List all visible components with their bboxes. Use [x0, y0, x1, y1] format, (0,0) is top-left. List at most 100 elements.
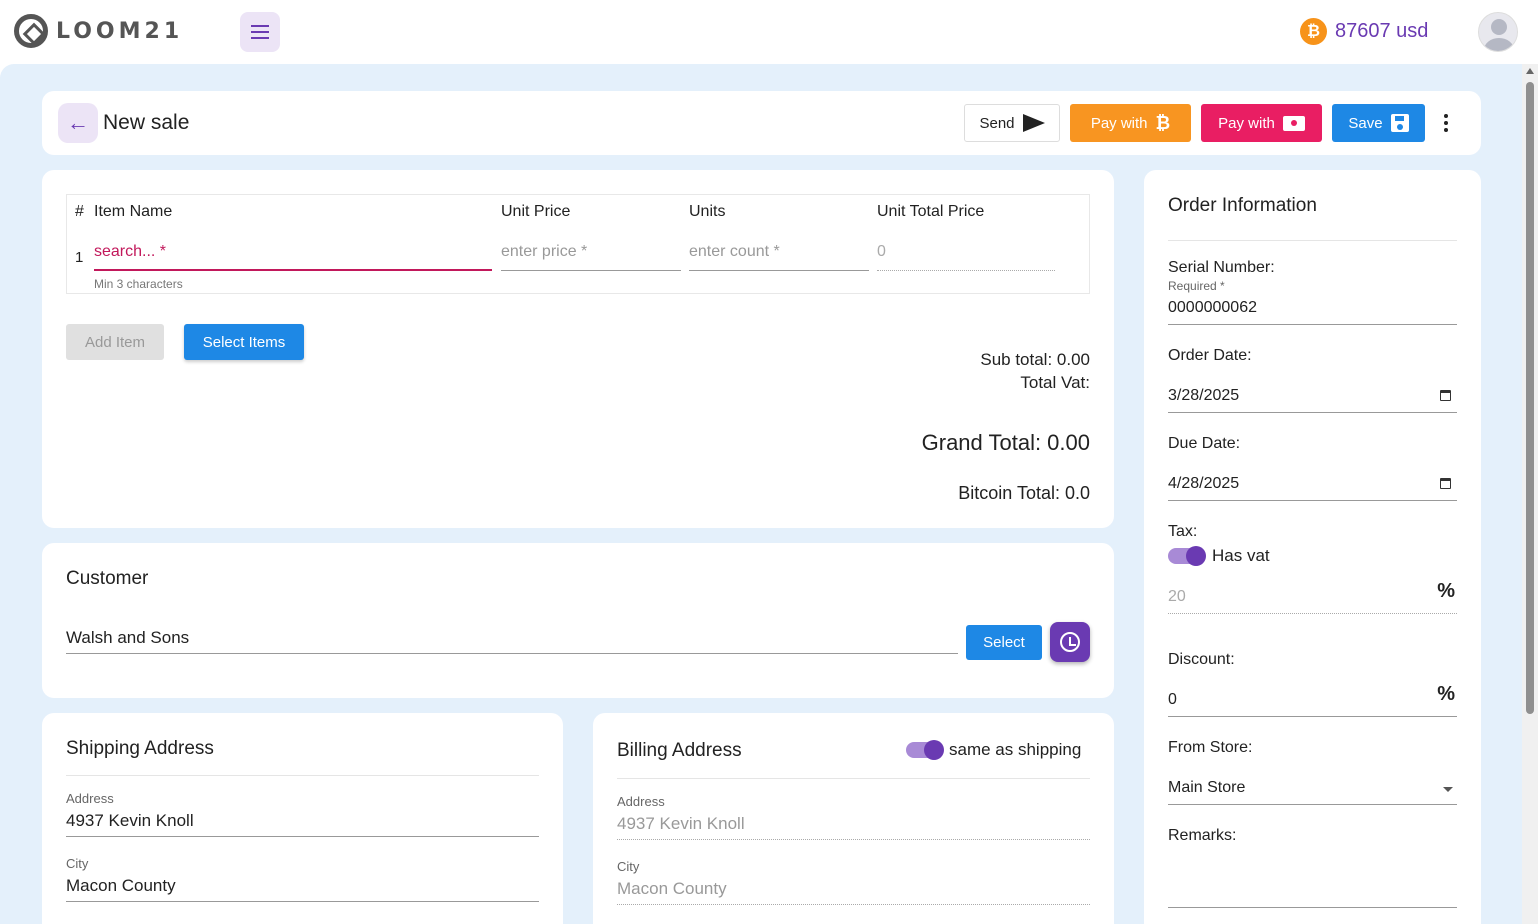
- order-date-field[interactable]: 3/28/2025: [1168, 387, 1457, 413]
- page-header: ← New sale Send Pay with ₿ Pay with Save: [42, 91, 1481, 155]
- unit-total-price-field: 0: [877, 243, 1055, 271]
- send-label: Send: [979, 114, 1015, 132]
- tax-rate-value: 20: [1168, 588, 1186, 605]
- has-vat-label: Has vat: [1212, 546, 1270, 565]
- order-date-label: Order Date:: [1168, 347, 1252, 364]
- discount-field[interactable]: 0 %: [1168, 683, 1457, 717]
- units-input[interactable]: enter count *: [689, 243, 869, 271]
- discount-label: Discount:: [1168, 651, 1235, 668]
- send-icon: [1022, 114, 1045, 132]
- due-date-label: Due Date:: [1168, 435, 1241, 452]
- select-customer-button[interactable]: Select: [966, 625, 1042, 660]
- calendar-icon[interactable]: [1440, 390, 1451, 401]
- hamburger-icon: [251, 25, 269, 39]
- arrow-left-icon: ←: [67, 110, 89, 135]
- column-header-number: #: [75, 203, 84, 220]
- same-as-shipping-label: same as shipping: [949, 740, 1082, 759]
- column-header-unit-total-price: Unit Total Price: [877, 203, 985, 220]
- balance-display: ₿ 87607 usd: [1300, 18, 1428, 45]
- order-info-title: Order Information: [1168, 195, 1317, 216]
- customer-field[interactable]: Walsh and Sons: [66, 628, 958, 654]
- customer-card: Customer Walsh and Sons Select: [42, 543, 1114, 698]
- tax-rate-field: 20 %: [1168, 580, 1457, 614]
- save-label: Save: [1348, 114, 1383, 132]
- calendar-icon[interactable]: [1440, 478, 1451, 489]
- row-number: 1: [75, 249, 84, 266]
- add-item-button[interactable]: Add Item: [66, 324, 164, 360]
- shipping-address-card: Shipping Address Address 4937 Kevin Knol…: [42, 713, 563, 924]
- pay-with-bitcoin-button[interactable]: Pay with ₿: [1070, 104, 1191, 142]
- more-options-button[interactable]: [1434, 107, 1458, 139]
- logo-icon: [14, 14, 48, 48]
- bitcoin-total: Bitcoin Total: 0.0: [958, 483, 1090, 503]
- billing-address-label: Address: [617, 794, 665, 809]
- billing-address-card: Billing Address same as shipping Address…: [593, 713, 1114, 924]
- shipping-address-field[interactable]: 4937 Kevin Knoll: [66, 811, 539, 837]
- divider: [617, 778, 1090, 779]
- bitcoin-icon: ₿: [1155, 112, 1171, 133]
- pay-with-cash-button[interactable]: Pay with: [1201, 104, 1322, 142]
- divider: [66, 775, 539, 776]
- unit-price-input[interactable]: enter price *: [501, 243, 681, 271]
- back-button[interactable]: ←: [58, 103, 98, 143]
- percent-icon: %: [1437, 683, 1455, 705]
- shipping-address-label: Address: [66, 791, 114, 806]
- scrollbar-thumb[interactable]: [1526, 82, 1534, 714]
- due-date-value: 4/28/2025: [1168, 475, 1240, 492]
- discount-value: 0: [1168, 691, 1177, 708]
- customer-title: Customer: [66, 568, 149, 589]
- top-bar: LOOM21 ₿ 87607 usd: [0, 0, 1538, 64]
- send-button[interactable]: Send: [964, 104, 1060, 142]
- due-date-field[interactable]: 4/28/2025: [1168, 475, 1457, 501]
- app-logo[interactable]: LOOM21: [14, 14, 183, 48]
- shipping-city-field[interactable]: Macon County: [66, 876, 539, 902]
- shipping-city-label: City: [66, 856, 89, 871]
- from-store-label: From Store:: [1168, 739, 1253, 756]
- history-button[interactable]: [1050, 622, 1090, 662]
- serial-required-label: Required *: [1168, 279, 1225, 293]
- billing-address-field: 4937 Kevin Knoll: [617, 814, 1090, 840]
- grand-total: Grand Total: 0.00: [921, 430, 1090, 455]
- column-header-units: Units: [689, 203, 726, 220]
- column-header-unit-price: Unit Price: [501, 203, 571, 220]
- cash-icon: [1282, 115, 1305, 131]
- page-scrollbar[interactable]: [1522, 64, 1538, 924]
- item-name-search-input[interactable]: search... *: [94, 243, 492, 271]
- items-card: # Item Name Unit Price Units Unit Total …: [42, 170, 1114, 528]
- chevron-down-icon: [1443, 787, 1453, 792]
- select-items-button[interactable]: Select Items: [184, 324, 304, 360]
- order-information-card: Order Information Serial Number: Require…: [1144, 170, 1481, 924]
- serial-number-field[interactable]: 0000000062: [1168, 299, 1457, 325]
- total-vat: Total Vat:: [1020, 373, 1090, 392]
- bitcoin-icon: ₿: [1300, 18, 1327, 45]
- billing-city-label: City: [617, 859, 640, 874]
- has-vat-toggle[interactable]: [1168, 546, 1206, 566]
- menu-button[interactable]: [240, 12, 280, 52]
- logo-text: LOOM21: [56, 18, 184, 44]
- page-title: New sale: [103, 111, 190, 134]
- shipping-title: Shipping Address: [66, 738, 214, 759]
- pay-bitcoin-label: Pay with: [1090, 114, 1148, 132]
- scroll-up-icon[interactable]: [1526, 68, 1534, 74]
- from-store-value: Main Store: [1168, 779, 1246, 796]
- items-table: # Item Name Unit Price Units Unit Total …: [66, 194, 1090, 294]
- floppy-disk-icon: [1390, 114, 1409, 132]
- pay-cash-label: Pay with: [1218, 114, 1275, 132]
- percent-icon: %: [1437, 580, 1455, 602]
- save-button[interactable]: Save: [1332, 104, 1425, 142]
- tax-label: Tax:: [1168, 523, 1198, 540]
- billing-city-field: Macon County: [617, 879, 1090, 905]
- item-name-hint: Min 3 characters: [94, 277, 183, 291]
- remarks-textarea[interactable]: [1168, 858, 1457, 908]
- from-store-select[interactable]: Main Store: [1168, 779, 1457, 805]
- order-date-value: 3/28/2025: [1168, 387, 1240, 404]
- sub-total: Sub total: 0.00: [980, 350, 1090, 369]
- history-icon: [1060, 632, 1080, 652]
- same-as-shipping-toggle[interactable]: [906, 740, 944, 760]
- serial-number-label: Serial Number:: [1168, 259, 1275, 276]
- divider: [1168, 240, 1457, 241]
- user-avatar[interactable]: [1478, 12, 1518, 52]
- remarks-label: Remarks:: [1168, 827, 1237, 844]
- column-header-item-name: Item Name: [94, 203, 173, 220]
- balance-text: 87607 usd: [1335, 20, 1429, 42]
